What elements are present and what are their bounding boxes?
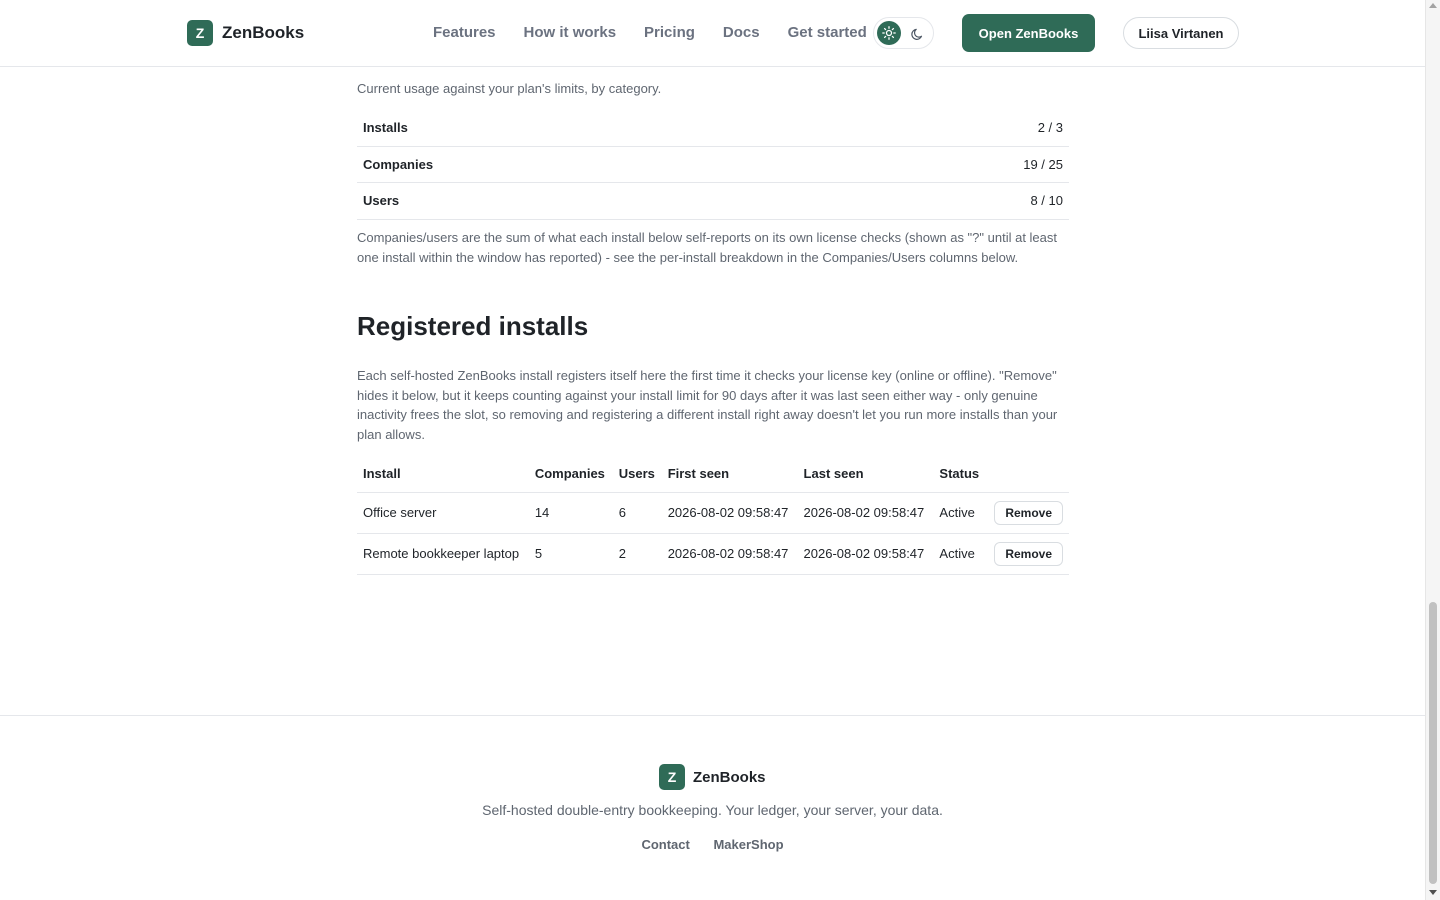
col-status: Status xyxy=(933,455,989,493)
usage-label: Companies xyxy=(363,156,434,172)
remove-install-button[interactable]: Remove xyxy=(994,541,1063,566)
usage-label: Users xyxy=(363,193,400,209)
install-last-seen: 2026-08-02 09:58:47 xyxy=(797,533,934,575)
installs-table-header: Install Companies Users First seen Last … xyxy=(357,455,1069,493)
zenbooks-logo-icon: Z xyxy=(659,764,685,790)
install-first-seen: 2026-08-02 09:58:47 xyxy=(661,533,798,575)
site-footer: Z ZenBooks Self-hosted double-entry book… xyxy=(0,715,1425,900)
usage-row-installs: Installs 2 / 3 xyxy=(357,110,1069,147)
col-users: Users xyxy=(612,455,662,493)
table-row: Office server 14 6 2026-08-02 09:58:47 2… xyxy=(357,492,1069,534)
remove-install-button[interactable]: Remove xyxy=(994,500,1063,525)
sun-icon[interactable] xyxy=(877,21,901,45)
site-header: Z ZenBooks Features How it works Pricing… xyxy=(0,0,1425,67)
scrollbar-thumb[interactable] xyxy=(1429,602,1437,884)
installs-table: Install Companies Users First seen Last … xyxy=(357,455,1069,575)
install-status: Active xyxy=(933,492,989,534)
install-actions: Remove xyxy=(988,492,1069,534)
usage-row-companies: Companies 19 / 25 xyxy=(357,147,1069,183)
footer-brand[interactable]: Z ZenBooks xyxy=(659,764,766,790)
usage-label: Installs xyxy=(363,120,408,136)
scroll-up-arrow-icon[interactable] xyxy=(1429,3,1437,8)
install-name: Office server xyxy=(357,492,529,534)
nav-how-it-works[interactable]: How it works xyxy=(524,24,617,41)
footer-link-makershop[interactable]: MakerShop xyxy=(713,837,783,852)
usage-note: Companies/users are the sum of what each… xyxy=(357,230,1058,265)
user-account-button[interactable]: Liisa Virtanen xyxy=(1123,17,1239,49)
install-last-seen: 2026-08-02 09:58:47 xyxy=(797,492,934,534)
brand-name: ZenBooks xyxy=(222,23,305,42)
header-brand[interactable]: Z ZenBooks xyxy=(187,20,304,46)
install-first-seen: 2026-08-02 09:58:47 xyxy=(661,492,798,534)
scroll-down-arrow-icon[interactable] xyxy=(1429,890,1437,895)
col-companies: Companies xyxy=(528,455,613,493)
col-last-seen: Last seen xyxy=(797,455,934,493)
page-scrollbar[interactable] xyxy=(1425,0,1440,900)
usage-description: Current usage against your plan's limits… xyxy=(357,81,662,96)
footer-tagline: Self-hosted double-entry bookkeeping. Yo… xyxy=(482,802,943,818)
open-zenbooks-button[interactable]: Open ZenBooks xyxy=(962,14,1095,52)
nav-get-started[interactable]: Get started xyxy=(788,24,867,41)
nav-pricing[interactable]: Pricing xyxy=(644,24,695,41)
table-row: Remote bookkeeper laptop 5 2 2026-08-02 … xyxy=(357,533,1069,575)
install-name: Remote bookkeeper laptop xyxy=(357,533,529,575)
nav-docs[interactable]: Docs xyxy=(723,24,760,41)
usage-row-users: Users 8 / 10 xyxy=(357,183,1069,220)
footer-link-contact[interactable]: Contact xyxy=(641,837,689,852)
theme-toggle xyxy=(873,17,934,49)
install-users: 2 xyxy=(612,533,662,575)
install-actions: Remove xyxy=(988,533,1069,575)
registered-installs-title: Registered installs xyxy=(357,311,589,341)
usage-value: 2 / 3 xyxy=(1037,120,1063,136)
install-status: Active xyxy=(933,533,989,575)
usage-value: 19 / 25 xyxy=(1023,156,1063,172)
col-first-seen: First seen xyxy=(661,455,798,493)
col-actions xyxy=(988,455,1069,493)
main-nav: Features How it works Pricing Docs Get s… xyxy=(433,24,895,41)
usage-table: Installs 2 / 3 Companies 19 / 25 Users 8… xyxy=(357,110,1069,220)
footer-links: Contact MakerShop xyxy=(0,837,1425,852)
install-companies: 14 xyxy=(528,492,613,534)
col-install: Install xyxy=(357,455,529,493)
nav-features[interactable]: Features xyxy=(433,24,496,41)
usage-value: 8 / 10 xyxy=(1030,193,1063,209)
footer-brand-name: ZenBooks xyxy=(693,768,766,786)
install-users: 6 xyxy=(612,492,662,534)
moon-icon[interactable] xyxy=(908,24,928,44)
registered-installs-description: Each self-hosted ZenBooks install regist… xyxy=(357,368,1058,442)
install-companies: 5 xyxy=(528,533,613,575)
zenbooks-logo-icon: Z xyxy=(187,20,213,46)
